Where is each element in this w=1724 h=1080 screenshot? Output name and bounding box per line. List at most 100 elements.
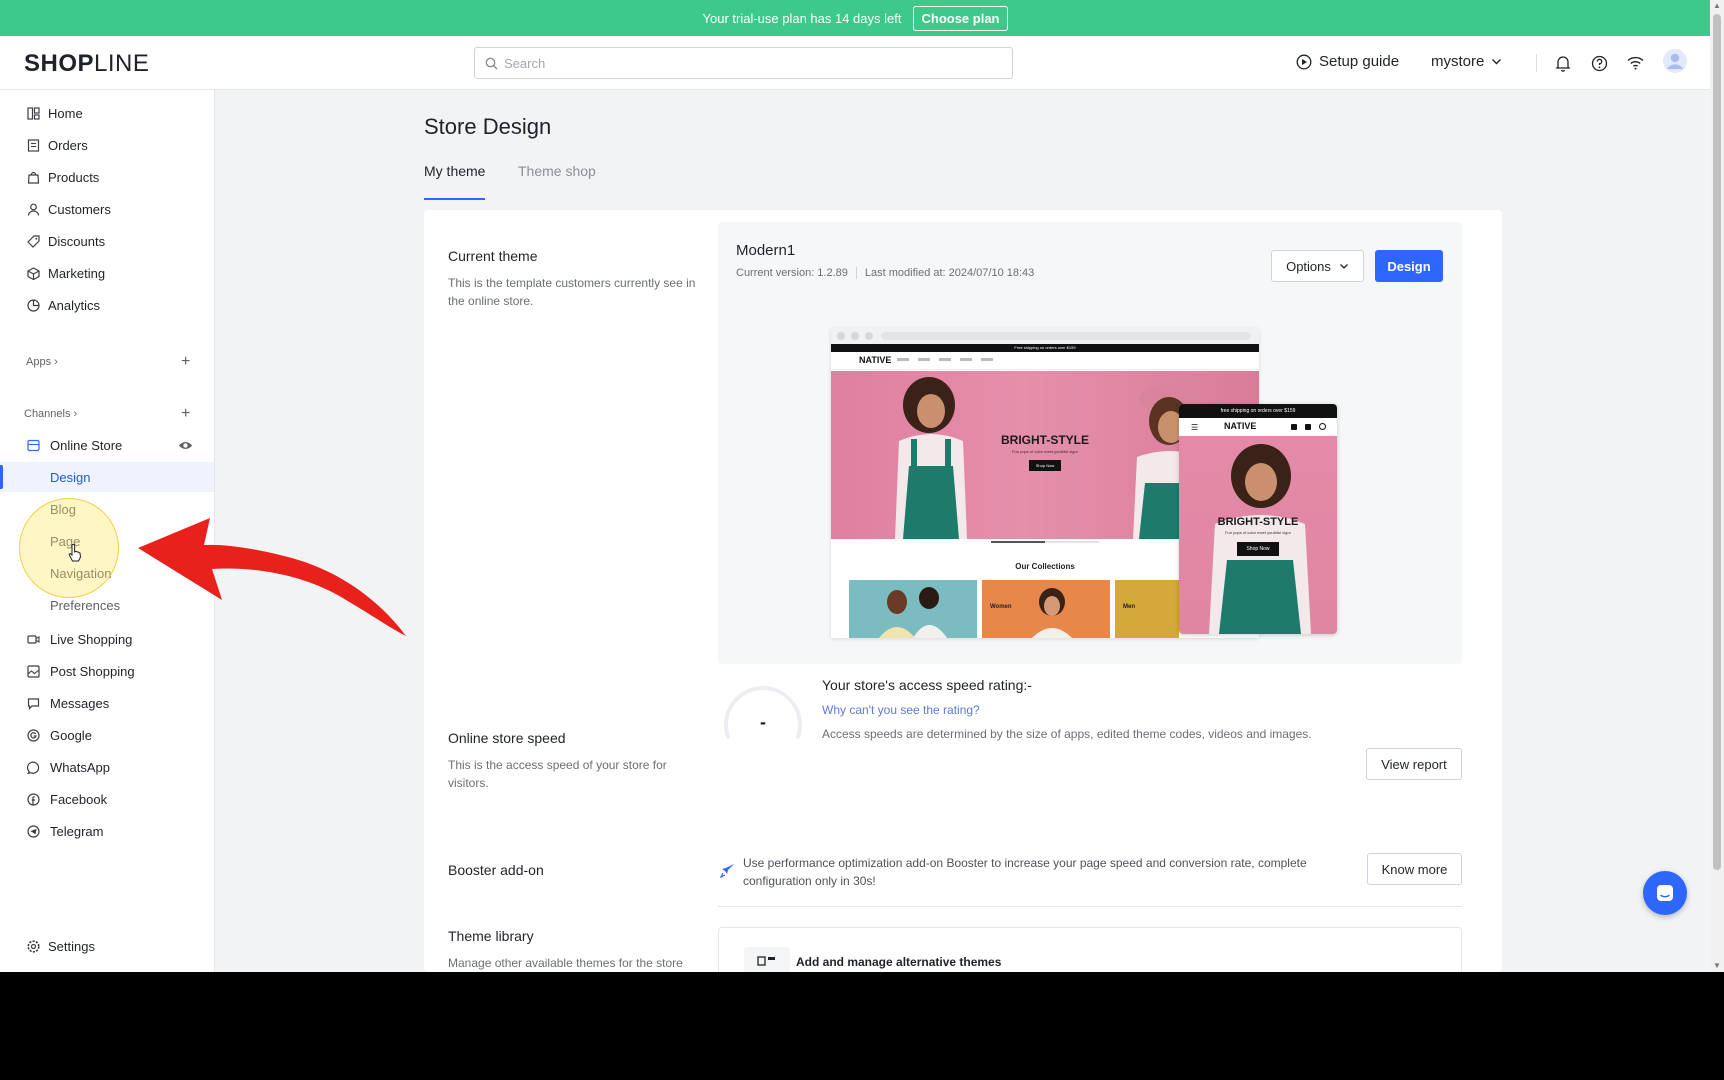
tab-my-theme[interactable]: My theme [424, 163, 486, 200]
add-channel-plus-icon[interactable]: + [181, 405, 190, 423]
avatar[interactable] [1663, 49, 1687, 73]
know-more-button[interactable]: Know more [1367, 853, 1462, 885]
channels-section-header[interactable]: Channels › + [0, 405, 214, 425]
setup-guide-button[interactable]: Setup guide [1296, 53, 1399, 70]
add-app-plus-icon[interactable]: + [181, 353, 190, 371]
sidebar-item-label: Preferences [50, 597, 121, 613]
section-divider [718, 906, 1462, 907]
scrollbar-thumb[interactable] [1713, 14, 1721, 870]
google-icon [26, 728, 40, 742]
messages-icon [26, 696, 40, 710]
sidebar-item-messages[interactable]: Messages [0, 688, 214, 718]
sidebar-item-label: Blog [50, 501, 77, 517]
sidebar-item-label: Marketing [48, 265, 106, 281]
sidebar-item-label: Customers [48, 201, 111, 217]
eye-icon[interactable] [178, 439, 193, 454]
current-theme-panel: Modern1 Current version: 1.2.89 Last mod… [718, 222, 1462, 664]
sidebar-item-home[interactable]: Home [0, 98, 214, 128]
help-icon[interactable] [1589, 53, 1609, 73]
tab-theme-shop[interactable]: Theme shop [518, 163, 596, 179]
speed-rating-help-link[interactable]: Why can't you see the rating? [822, 703, 980, 717]
sidebar-item-live-shopping[interactable]: Live Shopping [0, 624, 214, 654]
preview-promo-bar: Free shipping on orders over $159 [831, 344, 1259, 352]
chevron-down-icon [1339, 264, 1348, 269]
design-button[interactable]: Design [1375, 250, 1443, 282]
hero-text-block: BRIGHT-STYLE Fun pops of color meet yout… [981, 433, 1109, 472]
hero-subtitle: Fun pops of color meet youthful vigor [1012, 449, 1078, 454]
mobile-shop-now-button: Shop Now [1237, 542, 1279, 556]
store-switcher[interactable]: mystore [1431, 53, 1502, 70]
sidebar-item-discounts[interactable]: Discounts [0, 226, 214, 256]
speed-rating-title: Your store's access speed rating:- [822, 677, 1032, 693]
online-store-label: Online Store [50, 437, 123, 453]
sidebar-item-label: Messages [50, 695, 110, 711]
sidebar-item-label: Discounts [48, 233, 106, 249]
search-icon [485, 57, 498, 69]
sidebar-item-whatsapp[interactable]: WhatsApp [0, 752, 214, 782]
mobile-brand: NATIVE [1224, 421, 1257, 431]
sidebar-item-label: Analytics [48, 297, 101, 313]
search-input[interactable] [504, 55, 984, 71]
sidebar-item-customers[interactable]: Customers [0, 194, 214, 224]
home-icon [26, 106, 40, 120]
sidebar-item-facebook[interactable]: Facebook [0, 784, 214, 814]
mobile-hero-subtitle: Fun pops of color meet youthful vigor [1225, 530, 1291, 535]
setup-guide-label: Setup guide [1319, 53, 1400, 70]
options-label: Options [1286, 258, 1331, 274]
online-store-speed-desc: This is the access speed of your store f… [448, 758, 667, 790]
sidebar-item-navigation[interactable]: Navigation [0, 558, 214, 588]
sidebar-item-online-store[interactable]: Online Store [0, 430, 214, 460]
view-report-button[interactable]: View report [1366, 748, 1462, 780]
gauge-value: - [760, 712, 766, 732]
sidebar-item-telegram[interactable]: Telegram [0, 816, 214, 846]
sidebar-item-orders[interactable]: Orders [0, 130, 214, 160]
mobile-theme-preview[interactable]: free shipping on orders over $159 ☰ NATI… [1179, 404, 1337, 634]
shopline-logo[interactable]: SHOPLINE [24, 50, 149, 78]
analytics-icon [26, 298, 40, 312]
sidebar-item-design[interactable]: Design [0, 462, 214, 492]
vertical-scrollbar[interactable]: ▲ ▼ [1710, 0, 1724, 972]
app-window: Your trial-use plan has 14 days left Cho… [0, 0, 1710, 972]
sidebar-item-products[interactable]: Products [0, 162, 214, 192]
theme-version: Current version: 1.2.89 [736, 267, 848, 279]
collection-men-label: Men [1123, 604, 1135, 610]
logo-light-text: LINE [94, 50, 150, 77]
mobile-hero-text: BRIGHT-STYLE Fun pops of color meet yout… [1179, 516, 1337, 556]
sidebar-item-marketing[interactable]: Marketing [0, 258, 214, 288]
facebook-icon [26, 792, 40, 806]
sidebar-item-blog[interactable]: Blog [0, 494, 214, 524]
sidebar-item-label: Design [50, 469, 91, 485]
top-bar: SHOPLINE Setup guide mystore [0, 36, 1710, 90]
chat-support-button[interactable] [1643, 871, 1687, 915]
store-design-card: Current theme This is the template custo… [424, 210, 1502, 972]
sidebar-item-page[interactable]: Page [0, 526, 214, 556]
chat-icon [1657, 885, 1673, 901]
marketing-icon [26, 266, 40, 280]
booster-description: Use performance optimization add-on Boos… [743, 856, 1307, 888]
wifi-icon[interactable] [1625, 53, 1645, 73]
apps-section-header[interactable]: Apps › + [0, 353, 214, 373]
mobile-hero-title: BRIGHT-STYLE [1217, 516, 1299, 528]
theme-library-icon [744, 947, 790, 972]
sidebar-item-label: WhatsApp [50, 759, 110, 775]
notification-bell-icon[interactable] [1553, 53, 1573, 73]
sidebar-item-google[interactable]: Google [0, 720, 214, 750]
choose-plan-button[interactable]: Choose plan [913, 5, 1008, 31]
sidebar-item-settings[interactable]: Settings [0, 931, 214, 961]
options-dropdown-button[interactable]: Options [1271, 250, 1364, 282]
gear-icon [26, 939, 40, 953]
sidebar-item-preferences[interactable]: Preferences [0, 590, 214, 620]
page-title: Store Design [424, 114, 552, 139]
orders-icon [26, 138, 40, 152]
sidebar-item-analytics[interactable]: Analytics [0, 290, 214, 320]
live-icon [26, 632, 40, 646]
collection-women-label: Women [990, 604, 1012, 610]
search-box[interactable] [474, 47, 1013, 79]
sidebar-item-label: Telegram [50, 823, 104, 839]
trial-message: Your trial-use plan has 14 days left [702, 10, 902, 26]
sidebar-item-post-shopping[interactable]: Post Shopping [0, 656, 214, 686]
theme-library-box-title: Add and manage alternative themes [796, 955, 1002, 969]
sidebar-item-label: Google [50, 727, 92, 743]
preview-site-nav: NATIVE [831, 352, 1259, 370]
sidebar-item-label: Home [48, 105, 83, 121]
